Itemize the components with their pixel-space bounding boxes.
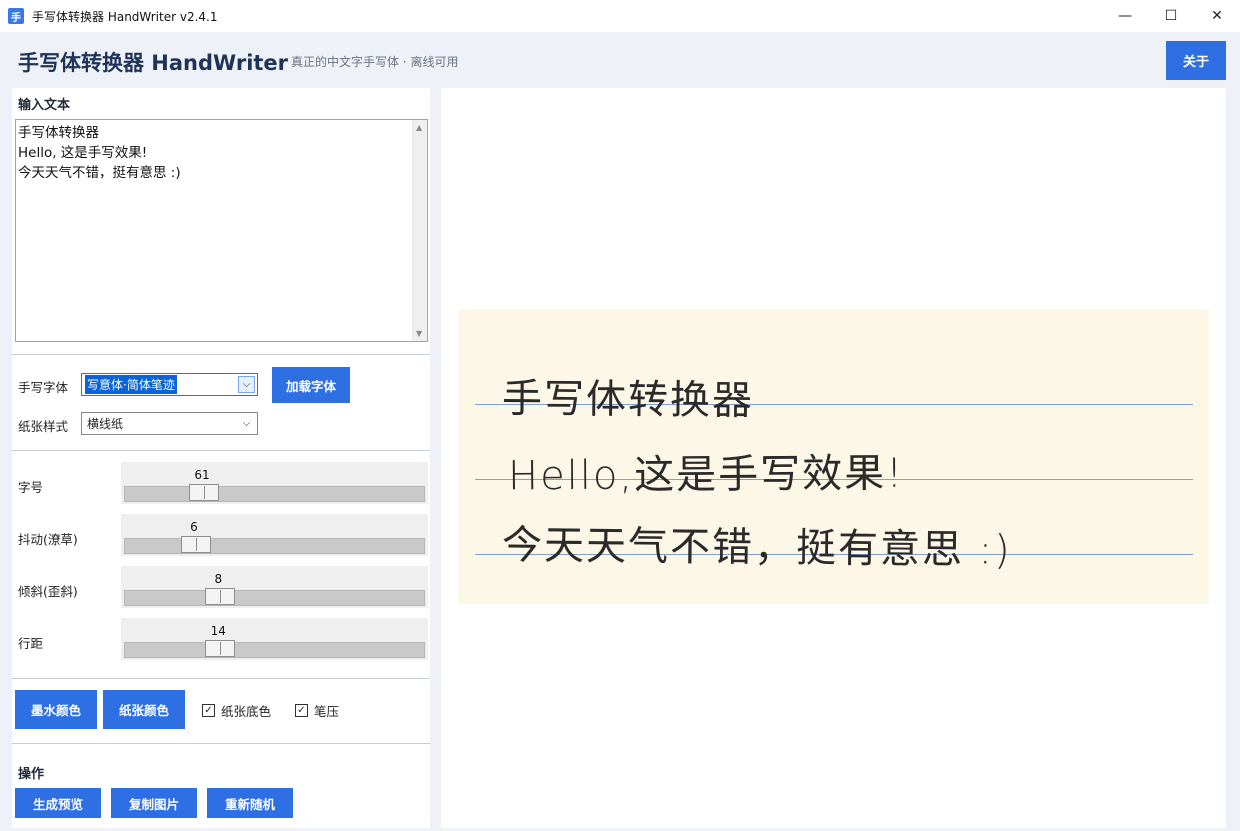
pressure-checkbox[interactable]: ✓ 笔压	[295, 701, 339, 720]
input-text-content: 手写体转换器 Hello, 这是手写效果! 今天天气不错，挺有意思 :)	[18, 125, 181, 181]
slant-value: 8	[214, 572, 223, 586]
actions-label: 操作	[18, 767, 45, 782]
slider-thumb[interactable]	[180, 536, 211, 553]
app-header: 手写体转换器 HandWriter 真正的中文字手写体 · 离线可用 关于	[0, 32, 1240, 88]
slider-thumb[interactable]	[205, 588, 236, 605]
line-spacing-value: 14	[210, 624, 226, 638]
maximize-button[interactable]: ☐	[1148, 0, 1194, 32]
ink-color-button[interactable]: 墨水颜色	[15, 690, 97, 729]
jitter-label: 抖动(潦草)	[18, 532, 78, 547]
jitter-slider[interactable]: 6	[121, 514, 428, 556]
paper-style-value: 横线纸	[87, 417, 124, 431]
checkbox-check-icon[interactable]: ✓	[295, 704, 308, 717]
app-subtitle: 真正的中文字手写体 · 离线可用	[291, 55, 459, 69]
settings-panel: 输入文本 手写体转换器 Hello, 这是手写效果! 今天天气不错，挺有意思 :…	[12, 88, 430, 828]
divider	[12, 678, 430, 679]
font-size-label: 字号	[18, 480, 44, 495]
handwriting-line: Hello,这是手写效果!	[507, 450, 905, 500]
scroll-down-icon[interactable]: ▼	[416, 329, 422, 338]
font-size-value: 61	[194, 468, 210, 482]
window-controls: — ☐ ✕	[1102, 0, 1240, 32]
paper-preview: 手写体转换器 Hello,这是手写效果! 今天天气不错，挺有意思 :)	[458, 309, 1209, 604]
divider	[12, 354, 430, 355]
font-label: 手写字体	[18, 380, 69, 395]
slider-track[interactable]	[124, 590, 425, 606]
input-textarea[interactable]: 手写体转换器 Hello, 这是手写效果! 今天天气不错，挺有意思 :) ▲ ▼	[15, 119, 428, 342]
handwriting-line: 今天天气不错，挺有意思 :)	[501, 522, 1012, 574]
paper-bg-checkbox[interactable]: ✓ 纸张底色	[202, 701, 271, 720]
app-icon: 手	[8, 8, 24, 24]
slider-track[interactable]	[124, 642, 425, 658]
divider	[12, 450, 430, 451]
generate-preview-button[interactable]: 生成预览	[15, 788, 101, 818]
minimize-button[interactable]: —	[1102, 0, 1148, 32]
jitter-value: 6	[190, 520, 198, 534]
copy-image-button[interactable]: 复制图片	[111, 788, 197, 818]
load-font-button[interactable]: 加载字体	[272, 367, 350, 403]
input-text-label: 输入文本	[18, 98, 71, 113]
font-size-slider[interactable]: 61	[121, 462, 428, 504]
slider-track[interactable]	[124, 486, 425, 502]
chevron-down-icon[interactable]: ⌵	[238, 376, 255, 393]
handwriting-line: 手写体转换器	[501, 375, 755, 425]
chevron-down-icon[interactable]: ⌵	[238, 415, 255, 432]
about-button[interactable]: 关于	[1166, 41, 1226, 80]
paper-bg-label: 纸张底色	[221, 704, 272, 719]
app-title: 手写体转换器 HandWriter	[18, 51, 289, 75]
slant-slider[interactable]: 8	[121, 566, 428, 608]
slider-thumb[interactable]	[205, 640, 236, 657]
font-select-value: 写意体·简体笔迹	[85, 375, 177, 394]
slant-label: 倾斜(歪斜)	[18, 584, 78, 599]
rerandom-button[interactable]: 重新随机	[207, 788, 293, 818]
preview-panel: 手写体转换器 Hello,这是手写效果! 今天天气不错，挺有意思 :)	[441, 88, 1226, 828]
window-title: 手写体转换器 HandWriter v2.4.1	[32, 9, 218, 24]
scroll-up-icon[interactable]: ▲	[416, 123, 422, 132]
pressure-label: 笔压	[314, 704, 340, 719]
paper-style-label: 纸张样式	[18, 419, 69, 434]
divider	[12, 743, 430, 744]
line-spacing-label: 行距	[18, 636, 44, 651]
paper-color-button[interactable]: 纸张颜色	[103, 690, 185, 729]
slider-track[interactable]	[124, 538, 425, 554]
textarea-scrollbar[interactable]: ▲ ▼	[412, 120, 427, 341]
line-spacing-slider[interactable]: 14	[121, 618, 428, 660]
paper-style-select[interactable]: 横线纸 ⌵	[81, 412, 258, 435]
font-select[interactable]: 写意体·简体笔迹 ⌵	[81, 373, 258, 396]
slider-thumb[interactable]	[189, 484, 220, 501]
title-bar: 手 手写体转换器 HandWriter v2.4.1 — ☐ ✕	[0, 0, 1240, 32]
checkbox-check-icon[interactable]: ✓	[202, 704, 215, 717]
close-button[interactable]: ✕	[1194, 0, 1240, 32]
